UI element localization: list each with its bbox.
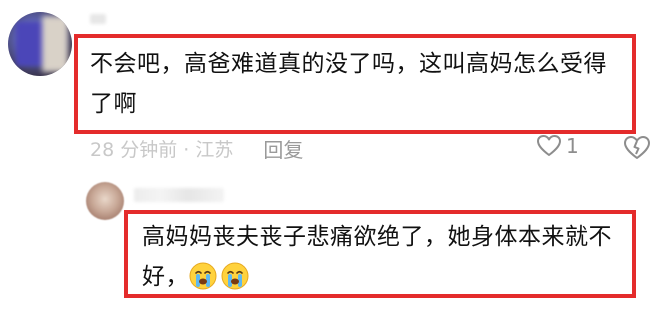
blurred-username: [90, 14, 106, 24]
reply-avatar[interactable]: [86, 182, 124, 220]
main-comment-text: 不会吧，高爸难道真的没了吗，这叫高妈怎么受得了啊: [90, 51, 607, 117]
heart-icon: [537, 135, 561, 156]
blurred-username: [134, 188, 224, 202]
like-button[interactable]: 1: [536, 134, 579, 158]
comment-meta: 28 分钟前 · 江苏 回复: [90, 130, 303, 166]
comment-thread: 不会吧，高爸难道真的没了吗，这叫高妈怎么受得了啊 28 分钟前 · 江苏 回复 …: [0, 0, 660, 312]
highlight-box: 不会吧，高爸难道真的没了吗，这叫高妈怎么受得了啊: [74, 34, 636, 134]
crying-face-icon: [221, 262, 249, 290]
dislike-icon[interactable]: [622, 132, 652, 162]
reply-button[interactable]: 回复: [263, 134, 303, 163]
highlight-box: 高妈妈丧夫丧子悲痛欲绝了，她身体本来就不好，: [124, 210, 636, 298]
avatar-image-blur: [42, 16, 68, 72]
timestamp-location: 28 分钟前 · 江苏: [90, 138, 234, 161]
avatar[interactable]: [8, 12, 72, 76]
reply-comment-text: 高妈妈丧夫丧子悲痛欲绝了，她身体本来就不好，: [142, 217, 632, 297]
crying-face-icon: [189, 262, 217, 290]
like-count: 1: [566, 134, 579, 158]
